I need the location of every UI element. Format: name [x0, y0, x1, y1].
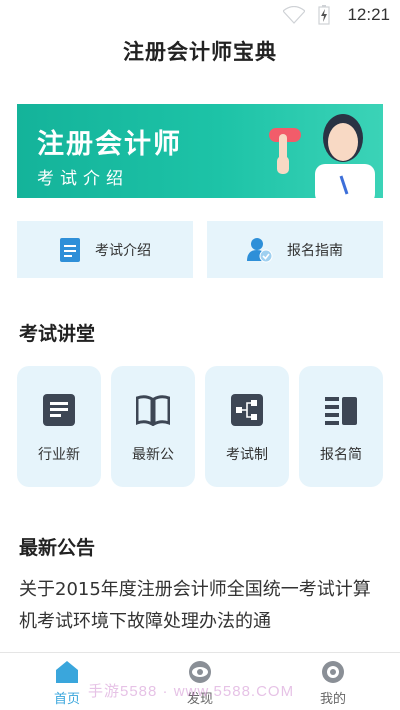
banner-subtitle: 考试介绍: [37, 169, 129, 189]
news-icon: [43, 394, 75, 426]
structure-icon: [231, 394, 263, 426]
tab-profile[interactable]: 我的: [283, 653, 383, 710]
tab-profile-label: 我的: [319, 692, 346, 707]
tile-label: 最新公: [132, 447, 174, 463]
section-title-lectures: 考试讲堂: [19, 323, 96, 345]
registration-guide-button[interactable]: 报名指南: [207, 221, 383, 278]
tile-exam-system[interactable]: 考试制: [205, 366, 289, 487]
profile-icon: [322, 661, 344, 683]
home-icon: [56, 661, 78, 683]
book-icon: [136, 395, 170, 426]
battery-icon: [318, 5, 330, 25]
exam-intro-label: 考试介绍: [95, 242, 151, 259]
tile-label: 行业新: [38, 447, 80, 463]
list-icon: [325, 397, 357, 425]
status-bar: 12:21: [0, 0, 400, 30]
tile-industry-news[interactable]: 行业新: [17, 366, 101, 487]
document-icon: [60, 237, 80, 262]
tile-latest-announcement[interactable]: 最新公: [111, 366, 195, 487]
banner-title: 注册会计师: [37, 129, 182, 160]
tile-label: 报名简: [320, 447, 362, 463]
wifi-icon: [283, 6, 305, 24]
user-check-icon: [247, 237, 273, 262]
registration-guide-label: 报名指南: [287, 242, 343, 259]
watermark: 手游5588 · www.5588.COM: [88, 683, 295, 700]
exam-intro-button[interactable]: 考试介绍: [17, 221, 193, 278]
banner-illustration: [269, 114, 375, 198]
section-title-announcements: 最新公告: [19, 537, 96, 559]
announcement-item[interactable]: 关于2015年度注册会计师全国统一考试计算机考试环境下故障处理办法的通: [19, 574, 383, 644]
app-title: 注册会计师宝典: [123, 40, 277, 64]
tile-label: 考试制: [226, 447, 268, 463]
tile-registration-brief[interactable]: 报名简: [299, 366, 383, 487]
promo-banner[interactable]: 注册会计师 考试介绍: [17, 104, 383, 198]
status-time: 12:21: [347, 5, 390, 24]
